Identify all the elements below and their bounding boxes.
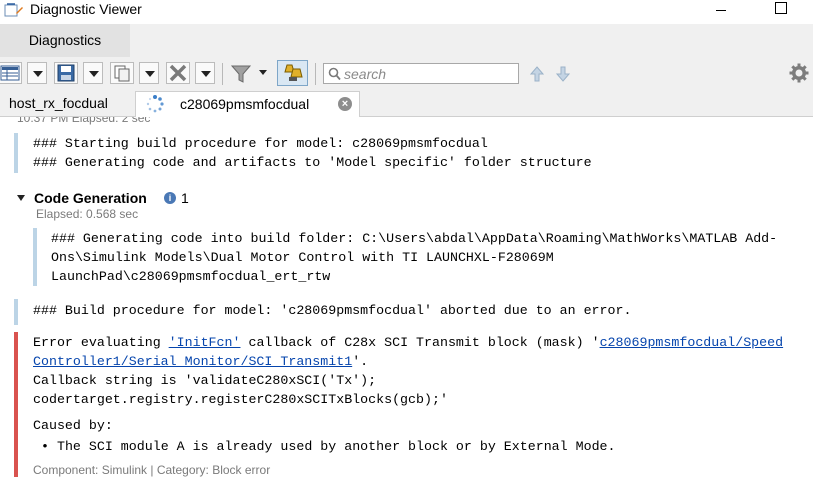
filter-dropdown-arrow[interactable] <box>259 70 267 75</box>
minimize-button[interactable] <box>706 0 736 20</box>
view-dropdown-button[interactable] <box>27 62 47 84</box>
tab-host-rx-focdual[interactable]: host_rx_focdual <box>0 91 135 116</box>
timestamp-elapsed: 10:37 PM Elapsed: 2 sec <box>17 117 151 125</box>
tab-diagnostics[interactable]: Diagnostics <box>0 24 130 57</box>
error-bar <box>14 332 18 477</box>
save-icon <box>57 64 75 82</box>
highlight-toggle-button[interactable] <box>277 60 308 86</box>
info-count: 1 <box>181 190 189 206</box>
title-bar: Diagnostic Viewer <box>0 0 813 22</box>
toolbar-separator <box>222 63 223 85</box>
tab-c28069pmsmfocdual[interactable]: c28069pmsmfocdual × <box>135 91 360 117</box>
info-bar <box>14 133 18 173</box>
clear-x-icon <box>169 64 187 82</box>
up-arrow-icon[interactable] <box>530 66 544 82</box>
window-title: Diagnostic Viewer <box>30 1 142 17</box>
collapse-triangle-icon[interactable] <box>17 195 25 201</box>
code-generation-elapsed: Elapsed: 0.568 sec <box>36 207 139 221</box>
clear-button[interactable] <box>166 62 190 84</box>
highlight-icon <box>284 64 303 81</box>
code-generation-heading[interactable]: Code Generation <box>34 190 147 206</box>
copy-icon <box>114 65 130 82</box>
callback-line-2: codertarget.registry.registerC280xSCITxB… <box>33 392 448 407</box>
model-tabs: host_rx_focdual c28069pmsmfocdual × <box>0 91 813 117</box>
error-after-link: '. <box>352 354 369 369</box>
error-component-category: Component: Simulink | Category: Block er… <box>33 463 271 477</box>
save-button[interactable] <box>54 62 78 84</box>
copy-button[interactable] <box>110 62 134 84</box>
callback-line-1: Callback string is 'validateC280xSCI('Tx… <box>33 373 377 388</box>
error-prefix: Error evaluating <box>33 335 169 350</box>
matlab-app-icon <box>4 3 23 17</box>
settings-gear-icon[interactable] <box>789 63 809 83</box>
info-bar <box>14 299 18 325</box>
loading-spinner-icon <box>146 95 164 113</box>
caused-by-label: Caused by: <box>33 418 113 433</box>
diagnostic-log: 10:37 PM Elapsed: 2 sec ### Starting bui… <box>0 117 813 477</box>
code-generation-message: ### Generating code into build folder: C… <box>51 231 778 284</box>
cause-item: • The SCI module A is already used by an… <box>41 439 616 454</box>
tab-strip: Diagnostics <box>0 24 813 57</box>
block-path-link[interactable]: c28069pmsmfocdual/Speed <box>600 335 784 350</box>
maximize-button[interactable] <box>766 0 796 20</box>
toolbar-separator <box>315 63 316 85</box>
tab-label: c28069pmsmfocdual <box>180 96 310 112</box>
view-list-button[interactable] <box>0 62 22 84</box>
info-bar <box>33 228 37 286</box>
info-icon: i <box>164 192 176 204</box>
clear-dropdown-button[interactable] <box>195 62 215 84</box>
close-tab-icon[interactable]: × <box>338 97 352 111</box>
error-message: Error evaluating 'InitFcn' callback of C… <box>33 333 783 409</box>
filter-icon[interactable] <box>230 63 252 85</box>
build-aborted-message: ### Build procedure for model: 'c28069pm… <box>33 303 632 318</box>
block-path-link-continued[interactable]: Controller1/Serial Monitor/SCI Transmit1 <box>33 354 352 369</box>
toolbar <box>0 57 813 92</box>
copy-dropdown-button[interactable] <box>139 62 159 84</box>
initfcn-link[interactable]: 'InitFcn' <box>169 335 241 350</box>
search-icon <box>328 67 341 81</box>
search-box <box>323 63 519 84</box>
down-arrow-icon[interactable] <box>556 66 570 82</box>
error-middle: callback of C28x SCI Transmit block (mas… <box>240 335 600 350</box>
start-messages: ### Starting build procedure for model: … <box>33 136 592 170</box>
list-view-icon <box>0 65 20 81</box>
save-dropdown-button[interactable] <box>83 62 103 84</box>
search-input[interactable] <box>344 65 514 82</box>
